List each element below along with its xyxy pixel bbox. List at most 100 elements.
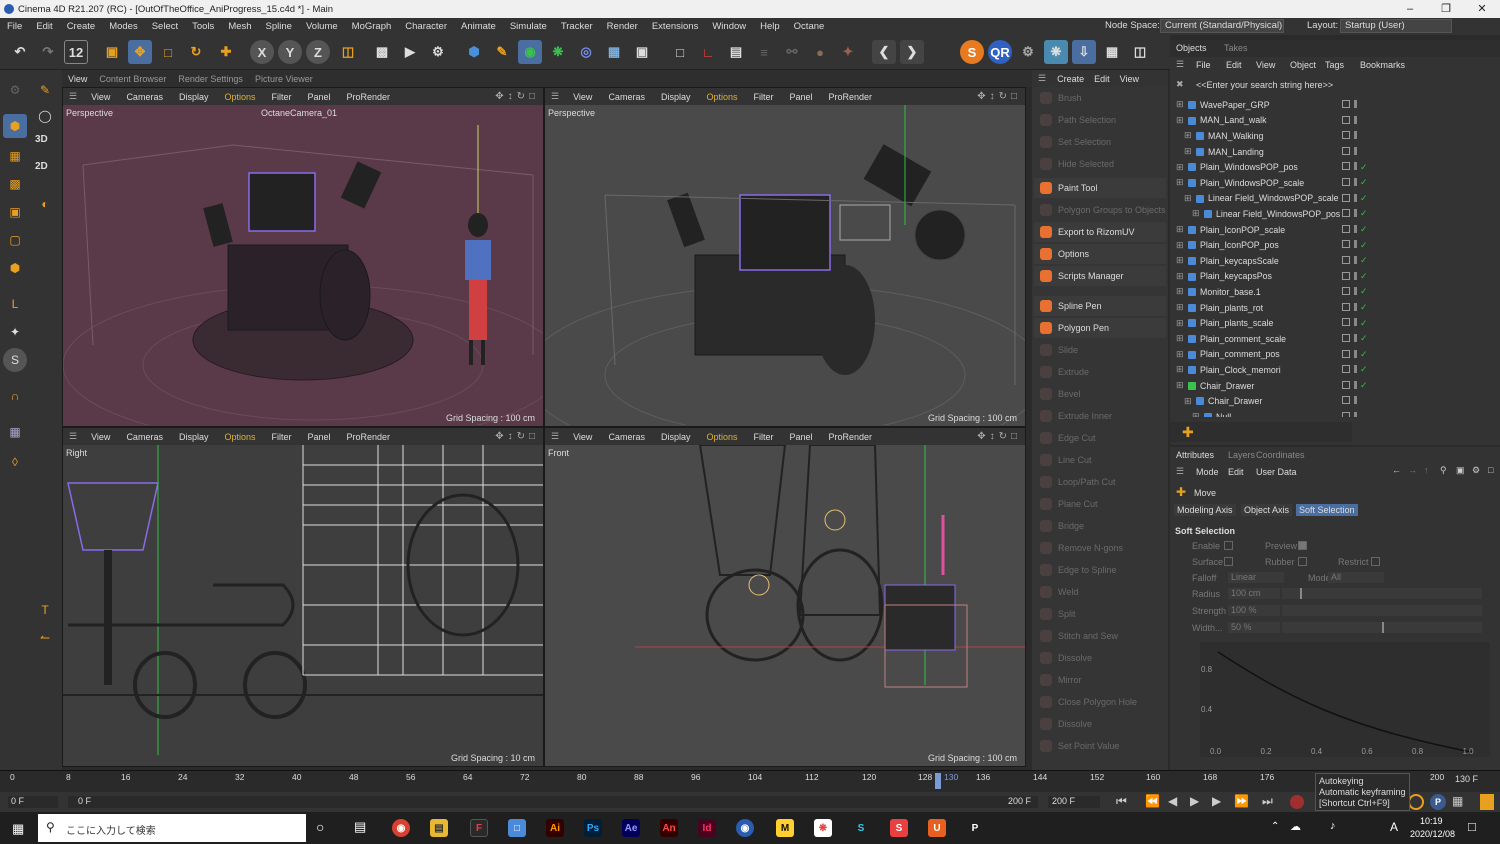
visibility-toggle[interactable] — [1342, 380, 1350, 389]
tree-expander-icon[interactable]: ⊞ — [1176, 364, 1183, 375]
menu-simulate[interactable]: Simulate — [503, 21, 554, 32]
joint-icon[interactable]: ✦ — [836, 40, 860, 64]
floor-icon[interactable]: ▦ — [602, 40, 626, 64]
undo-icon[interactable]: ↶ — [8, 40, 32, 64]
viewport-menu-filter[interactable]: Filter — [264, 92, 300, 102]
edge-mode-icon[interactable]: ▢ — [3, 228, 27, 252]
viewport-nav-icons[interactable]: ✥↕↻□ — [495, 431, 539, 442]
taskbar-search[interactable]: ⚲ ここに入力して検索 — [38, 814, 306, 842]
add-object-icon[interactable]: ✚ — [1182, 424, 1194, 441]
indesign-icon[interactable]: Id — [698, 819, 716, 837]
workspace-icon[interactable]: ▦ — [3, 420, 27, 444]
head-icon[interactable]: ● — [808, 40, 832, 64]
menu-character[interactable]: Character — [398, 21, 454, 32]
menu-volume[interactable]: Volume — [299, 21, 345, 32]
subtab-soft-selection[interactable]: Soft Selection — [1296, 504, 1358, 516]
viewport-menu-cameras[interactable]: Cameras — [118, 92, 171, 102]
tab-render-settings[interactable]: Render Settings — [172, 74, 249, 84]
next-key-icon[interactable]: ⏩ — [1234, 794, 1249, 808]
tree-expander-icon[interactable]: ⊞ — [1176, 318, 1183, 329]
tree-expander-icon[interactable]: ⊞ — [1176, 333, 1183, 344]
timeline-icon[interactable]: ≡ — [752, 40, 776, 64]
viewport-perspective-camera[interactable]: ☰ View Cameras Display Options Filter Panel Pro… — [62, 87, 544, 427]
nav-back-icon[interactable]: ← — [1392, 465, 1401, 475]
viewport-menu-panel[interactable]: Panel — [782, 432, 821, 442]
prev-key-icon[interactable]: ⏪ — [1145, 794, 1160, 808]
subtab-object-axis[interactable]: Object Axis — [1241, 504, 1293, 516]
enabled-check-icon[interactable]: ✓ — [1360, 162, 1367, 173]
camera-icon[interactable]: ▣ — [630, 40, 654, 64]
magnet-icon[interactable]: ∩ — [3, 384, 27, 408]
mode-select[interactable]: All — [1328, 572, 1384, 583]
start-frame-field[interactable]: 0 F — [8, 796, 58, 808]
viewport-menu-icon[interactable]: ☰ — [545, 91, 565, 102]
visibility-toggle[interactable] — [1342, 224, 1350, 233]
object-row[interactable]: ⊞ Plain_WindowsPOP_pos ✓ — [1170, 159, 1500, 175]
object-row[interactable]: ⊞ MAN_Walking — [1170, 128, 1500, 144]
search-icon[interactable]: ⚲ — [1440, 465, 1447, 476]
visibility-toggle[interactable] — [1342, 100, 1350, 108]
object-row[interactable]: ⊞ Monitor_base.1 ✓ — [1170, 284, 1500, 300]
plugin-gear-icon[interactable]: ⚙ — [1016, 40, 1040, 64]
tab-objects[interactable]: Objects — [1176, 43, 1207, 53]
object-menu-view[interactable]: View — [1256, 60, 1275, 70]
animate-icon[interactable]: An — [660, 819, 678, 837]
viewport-menu-view[interactable]: View — [83, 432, 118, 442]
visibility-toggle[interactable] — [1342, 146, 1350, 155]
visibility-toggle[interactable] — [1342, 162, 1350, 171]
viewport-menu-display[interactable]: Display — [171, 432, 217, 442]
palette-menu-create[interactable]: Create — [1052, 74, 1089, 84]
falloff-select[interactable]: Linear — [1228, 572, 1284, 583]
attribute-menu-user-data[interactable]: User Data — [1256, 467, 1297, 477]
lock-icon[interactable]: ◊ — [3, 450, 27, 474]
tab-coordinates[interactable]: Coordinates — [1256, 450, 1305, 460]
object-row[interactable]: ⊞ Plain_plants_rot ✓ — [1170, 300, 1500, 316]
model-mode-icon[interactable]: ⬢ — [3, 114, 27, 138]
viewport-menu-options[interactable]: Options — [216, 432, 263, 442]
command-scripts-manager[interactable]: Scripts Manager — [1034, 266, 1166, 286]
extra-icon[interactable]: ◫ — [1128, 40, 1152, 64]
enabled-check-icon[interactable]: ✓ — [1360, 364, 1367, 375]
enabled-check-icon[interactable]: ✓ — [1360, 318, 1367, 329]
viewport-menu-display[interactable]: Display — [171, 92, 217, 102]
timeline-extra-icon[interactable] — [1480, 794, 1494, 810]
visibility-toggle[interactable] — [1342, 349, 1350, 358]
measure-icon[interactable]: ↼ — [33, 626, 57, 650]
enabled-check-icon[interactable]: ✓ — [1360, 349, 1367, 360]
palette-menu-view[interactable]: View — [1115, 74, 1144, 84]
miro-icon[interactable]: M — [776, 819, 794, 837]
strength-slider[interactable] — [1282, 605, 1482, 616]
tray-chevron-icon[interactable]: ⌃ — [1271, 821, 1279, 832]
enabled-check-icon[interactable]: ✓ — [1360, 380, 1367, 391]
y-axis-icon[interactable]: Y — [278, 40, 302, 64]
viewport-menu-icon[interactable]: ☰ — [63, 431, 83, 442]
command-spline-pen[interactable]: Spline Pen — [1034, 296, 1166, 316]
subtab-modeling-axis[interactable]: Modeling Axis — [1174, 504, 1236, 516]
enabled-check-icon[interactable]: ✓ — [1360, 177, 1367, 188]
visibility-toggle[interactable] — [1342, 302, 1350, 311]
aftereffects-icon[interactable]: Ae — [622, 819, 640, 837]
enable-checkbox[interactable] — [1224, 541, 1233, 550]
radius-slider-handle[interactable] — [1300, 588, 1302, 599]
object-menu-edit[interactable]: Edit — [1226, 60, 1242, 70]
paint-icon[interactable]: ✎ — [33, 78, 57, 102]
tree-expander-icon[interactable]: ⊞ — [1176, 286, 1183, 297]
photoshop-icon[interactable]: Ps — [584, 819, 602, 837]
preview-checkbox[interactable] — [1298, 541, 1307, 550]
menu-animate[interactable]: Animate — [454, 21, 503, 32]
light-icon[interactable]: □ — [668, 40, 692, 64]
object-row[interactable]: ⊞ Plain_keycapsPos ✓ — [1170, 269, 1500, 285]
fontlab-icon[interactable]: F — [470, 819, 488, 837]
tree-expander-icon[interactable]: ⊞ — [1176, 271, 1183, 282]
rubber-checkbox[interactable] — [1298, 557, 1307, 566]
volume-icon[interactable]: ♪ — [1330, 820, 1336, 832]
make-editable-icon[interactable]: ⚙ — [3, 78, 27, 102]
viewport-menu-panel[interactable]: Panel — [300, 92, 339, 102]
radius-slider[interactable] — [1282, 588, 1482, 599]
network-icon[interactable]: ☁ — [1290, 820, 1301, 833]
polygon-mode-icon[interactable]: ⬢ — [3, 256, 27, 280]
menu-select[interactable]: Select — [145, 21, 185, 32]
tab-content-browser[interactable]: Content Browser — [93, 74, 172, 84]
plugin-export-icon[interactable]: ⇩ — [1072, 40, 1096, 64]
tree-expander-icon[interactable]: ⊞ — [1184, 396, 1191, 407]
